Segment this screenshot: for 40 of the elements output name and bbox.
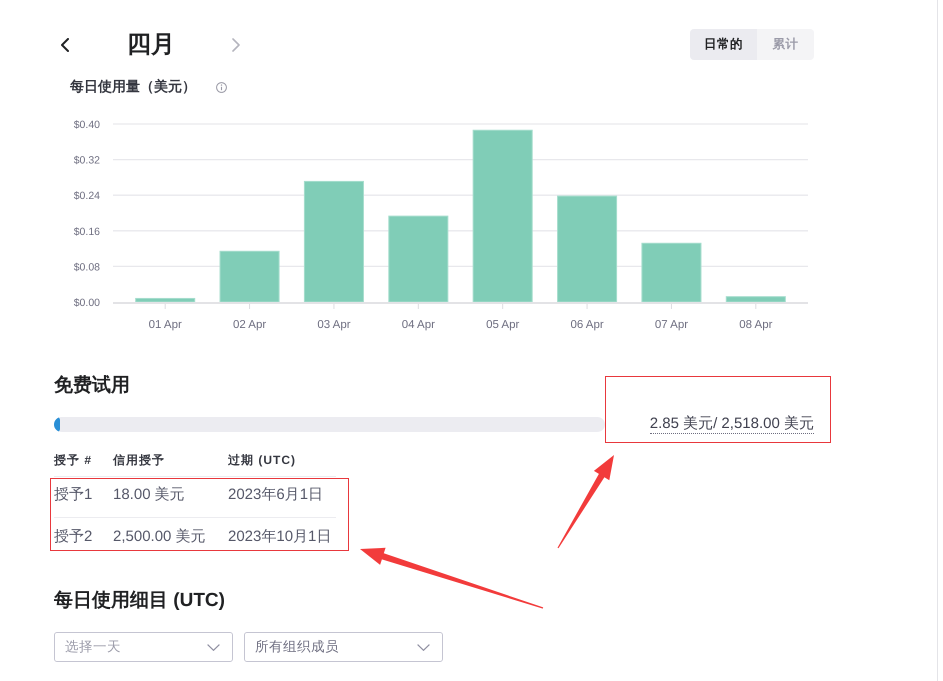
y-axis-label: $0.40	[74, 119, 100, 131]
x-axis-label: 03 Apr	[317, 319, 351, 331]
table-cell-text: 2023年10月1日	[228, 526, 332, 546]
y-axis-label: $0.16	[74, 226, 100, 238]
date-select[interactable]: 选择一天	[54, 632, 233, 662]
x-axis-label: 08 Apr	[739, 319, 772, 331]
x-axis-label: 05 Apr	[486, 319, 520, 331]
x-axis-label: 02 Apr	[232, 319, 266, 331]
usage-total: 2.85 美元/ 2,518.00 美元	[650, 414, 814, 434]
chevron-down-icon	[417, 644, 430, 650]
table-cell-text: 授予1	[54, 484, 94, 504]
column-header: 信用授予	[113, 452, 166, 468]
bar	[135, 298, 196, 302]
section-title: 免费试用	[54, 374, 130, 398]
bar	[220, 250, 280, 302]
column-header: 授予 #	[54, 452, 94, 468]
x-axis-label: 04 Apr	[402, 319, 435, 331]
info-icon[interactable]	[216, 82, 227, 92]
y-axis-label: $0.08	[74, 261, 100, 274]
bar	[726, 296, 786, 302]
y-axis-label: $0.00	[74, 297, 100, 309]
table-cell-text: 2023年6月1日	[228, 484, 324, 504]
column-header: 过期 (UTC)	[228, 452, 297, 468]
x-axis-label: 06 Apr	[570, 319, 604, 331]
x-axis-label: 07 Apr	[654, 319, 688, 331]
chevron-right-icon	[232, 38, 240, 52]
month-title: 四月	[127, 30, 175, 60]
y-axis-label: $0.32	[74, 154, 100, 167]
member-select[interactable]: 所有组织成员	[244, 632, 443, 662]
table-cell-text: 2,500.00 美元	[113, 526, 207, 546]
chevron-down-icon	[207, 644, 220, 650]
table-cell-text: 授予2	[54, 526, 94, 546]
chevron-left-icon	[61, 38, 69, 52]
y-axis-label: $0.24	[74, 190, 100, 202]
section-title: 每日使用细目 (UTC)	[54, 589, 225, 613]
x-axis-label: 01 Apr	[148, 319, 182, 331]
table-cell-text: 18.00 美元	[113, 484, 186, 504]
chart-title: 每日使用量（美元）	[70, 78, 196, 96]
view-tab[interactable]: 日常的	[690, 29, 757, 60]
bar	[641, 242, 702, 302]
